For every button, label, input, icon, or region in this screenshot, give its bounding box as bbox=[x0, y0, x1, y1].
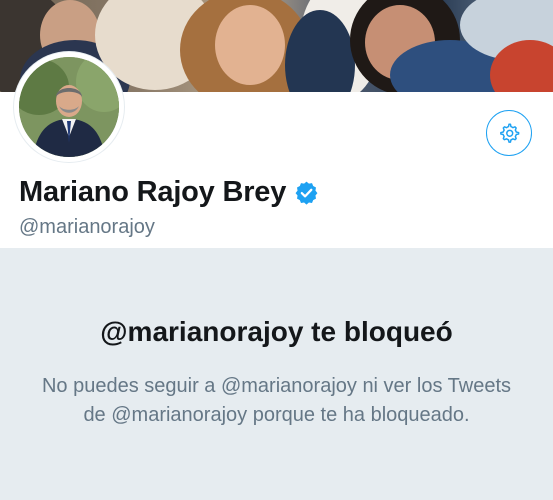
profile-name-row: Mariano Rajoy Brey bbox=[19, 172, 319, 212]
blocked-title: @marianorajoy te bloqueó bbox=[100, 316, 453, 347]
profile-avatar[interactable] bbox=[14, 52, 124, 162]
settings-button[interactable] bbox=[486, 110, 532, 156]
blocked-notice-panel: @marianorajoy te bloqueó No puedes segui… bbox=[0, 248, 553, 500]
verified-badge-icon bbox=[295, 181, 318, 205]
gear-icon bbox=[500, 123, 520, 143]
profile-handle: @marianorajoy bbox=[19, 216, 155, 238]
profile-display-name: Mariano Rajoy Brey bbox=[19, 176, 287, 208]
avatar-photo bbox=[19, 57, 119, 157]
blocked-message: No puedes seguir a @marianorajoy ni ver … bbox=[41, 375, 512, 426]
